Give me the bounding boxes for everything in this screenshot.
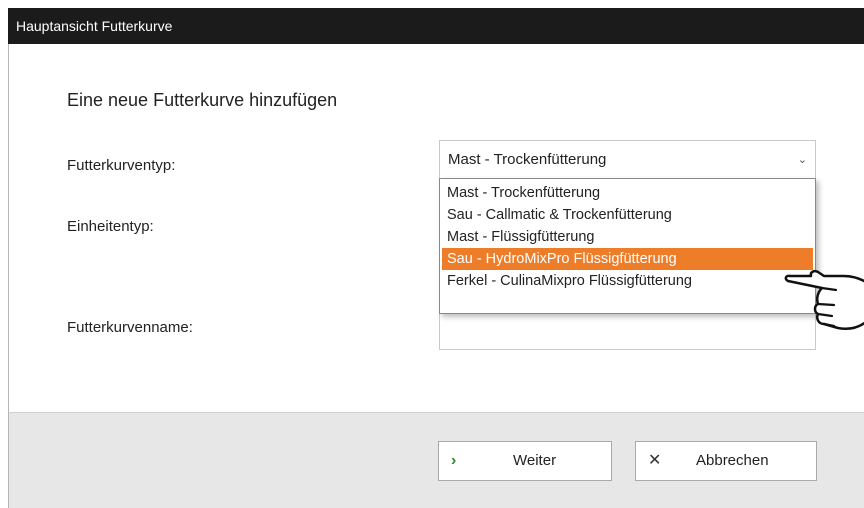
- chevron-down-icon[interactable]: ⌄: [798, 141, 807, 179]
- chevron-right-icon: ›: [451, 452, 457, 469]
- next-button-label: Weiter: [513, 452, 557, 469]
- feed-curve-name-label: Futterkurvenname:: [67, 319, 193, 336]
- dropdown-option[interactable]: Ferkel - CulinaMixpro Flüssigfütterung: [442, 270, 813, 292]
- feed-curve-type-select[interactable]: Mast - Trockenfütterung ⌄: [439, 140, 816, 180]
- feed-curve-type-label: Futterkurventyp:: [67, 157, 176, 174]
- pointing-hand-icon: [784, 269, 864, 330]
- window-title: Hauptansicht Futterkurve: [8, 8, 864, 44]
- cancel-button-label: Abbrechen: [696, 452, 769, 469]
- dropdown-option[interactable]: Mast - Trockenfütterung: [442, 182, 813, 204]
- feed-curve-type-dropdown: Mast - Trockenfütterung Sau - Callmatic …: [439, 178, 816, 314]
- close-icon: ✕: [648, 452, 662, 469]
- feed-curve-name-input[interactable]: [439, 312, 816, 350]
- form-area: Eine neue Futterkurve hinzufügen Futterk…: [8, 44, 864, 420]
- dropdown-option[interactable]: Mast - Flüssigfütterung: [442, 226, 813, 248]
- unit-type-label: Einheitentyp:: [67, 218, 154, 235]
- dropdown-option-highlighted[interactable]: Sau - HydroMixPro Flüssigfütterung: [442, 248, 813, 270]
- select-value: Mast - Trockenfütterung: [448, 151, 607, 168]
- dialog-window: Hauptansicht Futterkurve Eine neue Futte…: [8, 8, 864, 508]
- dropdown-option[interactable]: Sau - Callmatic & Trockenfütterung: [442, 204, 813, 226]
- cancel-button[interactable]: ✕ Abbrechen: [635, 441, 817, 481]
- form-heading: Eine neue Futterkurve hinzufügen: [67, 90, 338, 110]
- next-button[interactable]: › Weiter: [438, 441, 612, 481]
